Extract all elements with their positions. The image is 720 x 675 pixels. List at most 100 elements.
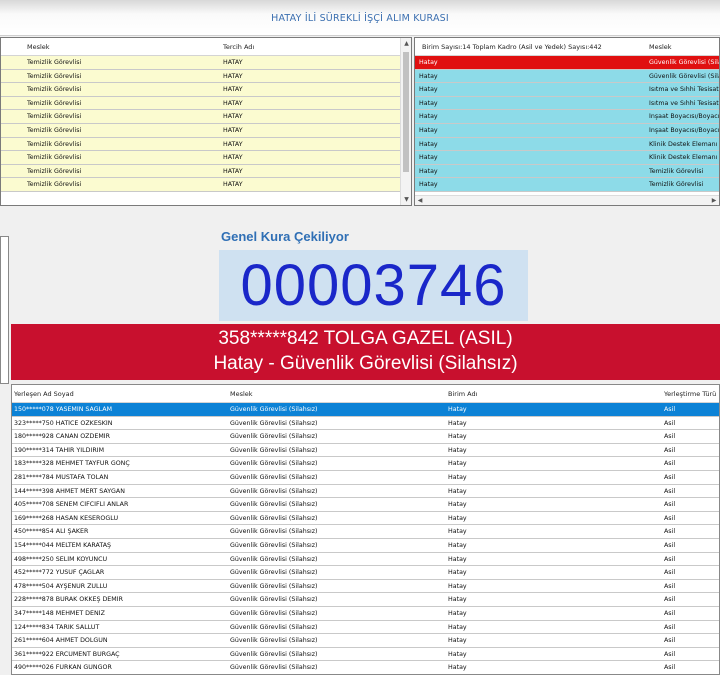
- table-cell: Güvenlik Görevlisi (Silahsız): [230, 460, 318, 468]
- table-cell: Hatay: [419, 167, 438, 175]
- table-row[interactable]: Temizlik Görevlisi HATAY: [1, 110, 411, 124]
- table-row[interactable]: 124*****834 TARIK SALLUT Güvenlik Görevli…: [12, 620, 719, 635]
- column-header-meslek[interactable]: Meslek: [27, 43, 50, 51]
- table-row[interactable]: 169*****268 HASAN KESEROĞLU Güvenlik Göre…: [12, 511, 719, 526]
- table-cell: 180*****928 CANAN ÖZDEMİR: [14, 433, 110, 441]
- table-cell: Hatay: [419, 86, 438, 94]
- table-row[interactable]: Hatay İnşaat Boyacısı/Boyacı: [415, 110, 719, 124]
- table-cell: Hatay: [419, 99, 438, 107]
- table-row[interactable]: Hatay Klinik Destek Elemanı (Hasta): [415, 137, 719, 152]
- table-cell: Asil: [664, 501, 676, 509]
- table-row[interactable]: 405*****708 SENEM CİFCİFLİ ANLAR Güvenlik…: [12, 498, 719, 512]
- table-row[interactable]: 228*****878 BURAK ÖKKEŞ DEMİR Güvenlik Gö…: [12, 593, 719, 607]
- table-row[interactable]: Temizlik Görevlisi HATAY: [1, 151, 411, 165]
- table-row[interactable]: Hatay Temizlik Görevlisi: [415, 164, 719, 179]
- table-cell: Hatay: [419, 154, 438, 162]
- table-cell: Asil: [664, 555, 676, 563]
- scroll-left-icon[interactable]: ◀: [415, 196, 425, 205]
- table-cell: Güvenlik Görevlisi (Silahsız): [230, 541, 318, 549]
- table-row[interactable]: Temizlik Görevlisi HATAY: [1, 178, 411, 192]
- table-cell: Güvenlik Görevlisi (Silahsız): [230, 582, 318, 590]
- table-cell: Temizlik Görevlisi: [27, 181, 82, 189]
- table-cell: Temizlik Görevlisi: [27, 59, 82, 66]
- table-cell: Hatay: [448, 609, 467, 617]
- table-cell: Hatay: [419, 181, 438, 189]
- left-side-panel[interactable]: [0, 236, 9, 384]
- table-row[interactable]: Temizlik Görevlisi HATAY: [1, 96, 411, 111]
- table-row[interactable]: 261*****604 AHMET DOLĞUN Güvenlik Görevli…: [12, 634, 719, 648]
- column-header-birim-adi[interactable]: Birim Adı: [448, 390, 477, 398]
- table-cell: 405*****708 SENEM CİFCİFLİ ANLAR: [14, 501, 129, 509]
- table-cell: 347*****148 MEHMET DENİZ: [14, 609, 105, 617]
- table-row[interactable]: 281*****784 MUSTAFA TOLAN Güvenlik Görevl…: [12, 470, 719, 485]
- table-row[interactable]: 361*****922 ERCÜMENT BURGAÇ Güvenlik Göre…: [12, 647, 719, 662]
- draw-status-label: Genel Kura Çekiliyor: [221, 229, 349, 244]
- table-row[interactable]: Temizlik Görevlisi HATAY: [1, 137, 411, 152]
- preference-grid-rows: Temizlik Görevlisi HATAY Temizlik Görevlis…: [1, 56, 411, 192]
- table-row[interactable]: Temizlik Görevlisi HATAY: [1, 83, 411, 97]
- table-row[interactable]: 347*****148 MEHMET DENİZ Güvenlik Görevli…: [12, 606, 719, 621]
- column-header-tercih-adi[interactable]: Tercih Adı: [223, 43, 254, 51]
- table-row[interactable]: 450*****854 ALİ ŞAKER Güvenlik Görevlisi …: [12, 525, 719, 539]
- table-row[interactable]: Hatay Klinik Destek Elemanı (Hasta): [415, 151, 719, 165]
- table-cell: Güvenlik Görevlisi (Silahsız): [230, 569, 318, 577]
- table-row[interactable]: 180*****928 CANAN ÖZDEMİR Güvenlik Görevl…: [12, 430, 719, 444]
- table-row[interactable]: 323*****750 HATİCE ÖZKESKİN Güvenlik Göre…: [12, 416, 719, 431]
- table-cell: Hatay: [448, 664, 467, 672]
- table-row[interactable]: Hatay Güvenlik Görevlisi (Silahsız): [415, 56, 719, 70]
- column-header-ad-soyad[interactable]: Yerleşen Ad Soyad: [14, 390, 74, 398]
- table-row[interactable]: Hatay Temizlik Görevlisi: [415, 178, 719, 192]
- column-header-meslek[interactable]: Meslek: [230, 390, 253, 398]
- unit-grid-hscrollbar[interactable]: ◀ ▶: [415, 195, 719, 205]
- table-cell: Hatay: [448, 637, 467, 645]
- table-cell: Temizlik Görevlisi: [649, 181, 704, 189]
- scroll-down-icon[interactable]: ▼: [401, 194, 411, 205]
- table-cell: Hatay: [448, 569, 467, 577]
- table-row[interactable]: Hatay İnşaat Boyacısı/Boyacı: [415, 123, 719, 138]
- unit-grid-rows: Hatay Güvenlik Görevlisi (Silahsız) Hatay G…: [415, 56, 719, 192]
- draw-result-person: 358*****842 TOLGA GAZEL (ASIL): [218, 328, 513, 349]
- table-row[interactable]: 490*****026 FURKAN GÜNGÖR Güvenlik Görevl…: [12, 661, 719, 674]
- table-cell: İnşaat Boyacısı/Boyacı: [649, 113, 720, 121]
- table-cell: Güvenlik Görevlisi (Silahsız): [230, 433, 318, 441]
- table-row[interactable]: Temizlik Görevlisi HATAY: [1, 56, 411, 70]
- placement-grid[interactable]: Yerleşen Ad Soyad Meslek Birim Adı Yerle…: [11, 384, 720, 675]
- scroll-up-icon[interactable]: ▲: [401, 38, 411, 49]
- table-row[interactable]: 183*****328 MEHMET TAYFUR GÖNÇ Güvenlik G…: [12, 457, 719, 471]
- table-row[interactable]: Temizlik Görevlisi HATAY: [1, 69, 411, 84]
- table-row[interactable]: 150*****078 YASEMİN SAĞLAM Güvenlik Görev…: [12, 403, 719, 417]
- preference-grid-scrollbar[interactable]: ▲ ▼: [400, 38, 411, 205]
- table-cell: Hatay: [448, 582, 467, 590]
- table-row[interactable]: Temizlik Görevlisi HATAY: [1, 164, 411, 179]
- table-cell: 361*****922 ERCÜMENT BURGAÇ: [14, 650, 120, 658]
- table-row[interactable]: 478*****504 AYŞENUR ZULLU Güvenlik Görevl…: [12, 579, 719, 594]
- table-cell: Hatay: [419, 140, 438, 148]
- scroll-right-icon[interactable]: ▶: [709, 196, 719, 205]
- unit-grid[interactable]: Birim Sayısı:14 Toplam Kadro (Asil ve Ye…: [414, 37, 720, 206]
- preference-grid[interactable]: Meslek Tercih Adı Temizlik Görevlisi HATA…: [0, 37, 412, 206]
- table-row[interactable]: 154*****044 MELTEM KARATAŞ Güvenlik Görev…: [12, 538, 719, 553]
- table-cell: Asil: [664, 514, 676, 522]
- table-row[interactable]: Hatay Isıtma ve Sıhhi Tesisatçı: [415, 83, 719, 97]
- table-row[interactable]: Hatay Güvenlik Görevlisi (Silahsız): [415, 69, 719, 84]
- draw-result-banner: 358*****842 TOLGA GAZEL (ASIL) Hatay - G…: [11, 324, 720, 380]
- table-cell: Asil: [664, 487, 676, 495]
- scroll-thumb[interactable]: [403, 52, 409, 172]
- table-cell: Temizlik Görevlisi: [27, 86, 82, 94]
- table-row[interactable]: 190*****314 TAHİR YILDIRIM Güvenlik Görev…: [12, 443, 719, 458]
- table-cell: 144*****398 AHMET MERT SAYGAN: [14, 487, 125, 495]
- table-row[interactable]: 498*****250 SELİM KOYUNCU Güvenlik Görevl…: [12, 552, 719, 567]
- table-row[interactable]: Temizlik Görevlisi HATAY: [1, 123, 411, 138]
- table-cell: HATAY: [223, 59, 243, 66]
- table-row[interactable]: Hatay Isıtma ve Sıhhi Tesisatçı: [415, 96, 719, 111]
- table-cell: Asil: [664, 446, 676, 454]
- table-cell: Güvenlik Görevlisi (Silahsız): [230, 596, 318, 604]
- column-header-yerlestirme-turu[interactable]: Yerleştirme Türü: [664, 390, 716, 398]
- table-cell: Güvenlik Görevlisi (Silahsız): [230, 487, 318, 495]
- table-cell: Hatay: [448, 514, 467, 522]
- table-row[interactable]: 144*****398 AHMET MERT SAYGAN Güvenlik Gö…: [12, 484, 719, 499]
- table-cell: Güvenlik Görevlisi (Silahsız): [230, 664, 318, 672]
- column-header-birim-sayisi[interactable]: Birim Sayısı:14 Toplam Kadro (Asil ve Ye…: [422, 43, 602, 51]
- column-header-meslek[interactable]: Meslek: [649, 43, 672, 51]
- table-row[interactable]: 452*****772 YUSUF ÇAĞLAR Güvenlik Görevli…: [12, 566, 719, 580]
